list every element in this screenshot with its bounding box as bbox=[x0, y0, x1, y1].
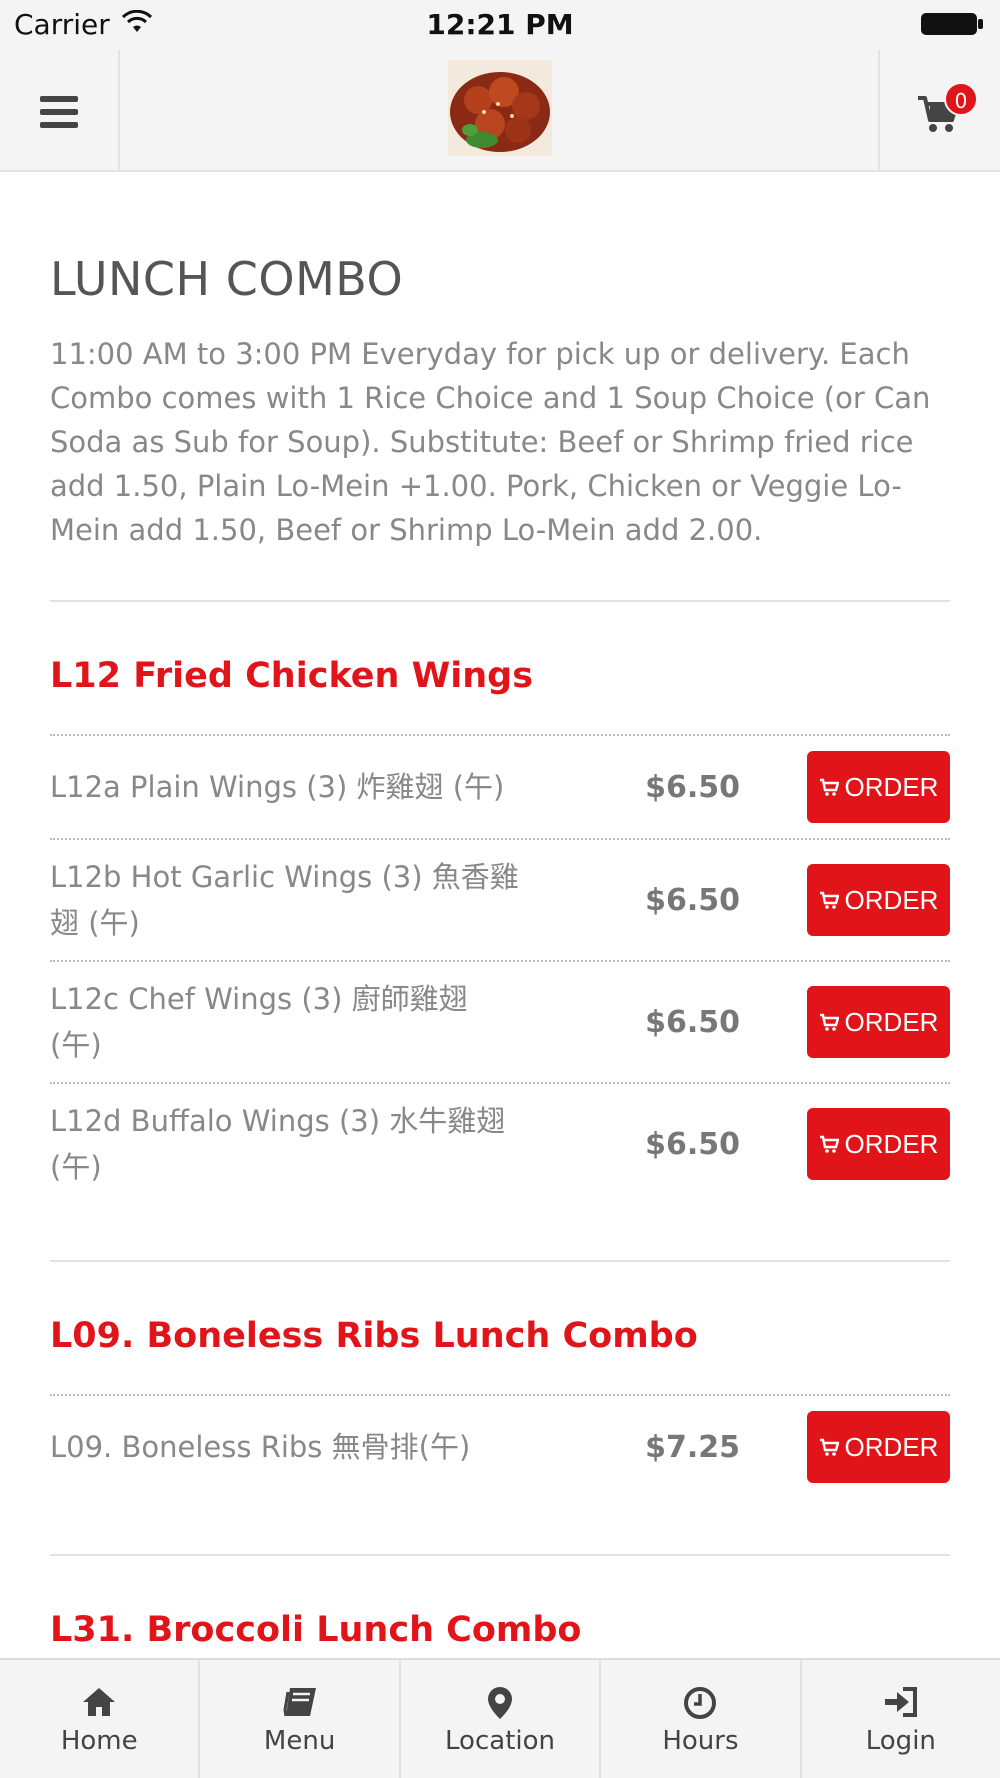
cart-plus-icon bbox=[819, 891, 839, 909]
menu-item-row: L09. Boneless Ribs 無骨排(午) $7.25 ORDER bbox=[50, 1394, 950, 1498]
order-label: ORDER bbox=[844, 884, 939, 915]
food-photo-logo bbox=[448, 60, 552, 156]
menu-section: L31. Broccoli Lunch Combo bbox=[50, 1610, 950, 1650]
item-price: $6.50 bbox=[645, 882, 740, 918]
item-list: L09. Boneless Ribs 無骨排(午) $7.25 ORDER bbox=[50, 1394, 950, 1498]
menu-section: L12 Fried Chicken Wings L12a Plain Wings… bbox=[50, 656, 950, 1262]
sign-in-icon bbox=[884, 1687, 917, 1717]
menu-button[interactable] bbox=[0, 50, 120, 170]
tab-label: Home bbox=[60, 1726, 138, 1756]
hamburger-menu-icon bbox=[40, 96, 78, 128]
tab-home[interactable]: Home bbox=[0, 1660, 198, 1778]
item-name: L12a Plain Wings (3) 炸雞翅 (午) bbox=[50, 770, 505, 804]
cart-count-badge: 0 bbox=[944, 82, 978, 116]
order-label: ORDER bbox=[844, 1431, 939, 1462]
order-button[interactable]: ORDER bbox=[807, 864, 950, 936]
order-label: ORDER bbox=[844, 1128, 939, 1159]
item-price: $6.50 bbox=[645, 769, 740, 805]
item-price: $7.25 bbox=[645, 1429, 740, 1465]
order-button[interactable]: ORDER bbox=[807, 1411, 950, 1483]
app-header: 0 bbox=[0, 50, 1000, 172]
item-name: L12b Hot Garlic Wings (3) 魚香雞翅 (午) bbox=[50, 860, 519, 940]
cart-button[interactable]: 0 bbox=[878, 50, 1000, 170]
tab-menu[interactable]: Menu bbox=[198, 1660, 398, 1778]
section-title: L31. Broccoli Lunch Combo bbox=[50, 1610, 582, 1650]
page-description: 11:00 AM to 3:00 PM Everyday for pick up… bbox=[50, 337, 931, 547]
item-name: L09. Boneless Ribs 無骨排(午) bbox=[50, 1430, 471, 1464]
tab-label: Hours bbox=[662, 1726, 739, 1756]
map-pin-icon bbox=[488, 1687, 513, 1719]
restaurant-logo[interactable] bbox=[448, 60, 552, 156]
bottom-tab-bar: Home Menu Location Hours Login bbox=[0, 1658, 1000, 1778]
menu-item-row: L12a Plain Wings (3) 炸雞翅 (午) $6.50 ORDER bbox=[50, 734, 950, 838]
divider bbox=[50, 1260, 950, 1262]
menu-item-row: L12c Chef Wings (3) 廚師雞翅 (午) $6.50 ORDER bbox=[50, 960, 950, 1082]
order-button[interactable]: ORDER bbox=[807, 1108, 950, 1180]
order-button[interactable]: ORDER bbox=[807, 751, 950, 823]
menu-item-row: L12b Hot Garlic Wings (3) 魚香雞翅 (午) $6.50… bbox=[50, 838, 950, 960]
order-label: ORDER bbox=[844, 1006, 939, 1037]
tab-label: Location bbox=[445, 1726, 555, 1756]
tab-label: Login bbox=[865, 1726, 936, 1756]
item-price: $6.50 bbox=[645, 1126, 740, 1162]
page-title: LUNCH COMBO bbox=[50, 252, 404, 306]
divider bbox=[50, 1554, 950, 1556]
home-icon bbox=[83, 1688, 116, 1716]
item-list: L12a Plain Wings (3) 炸雞翅 (午) $6.50 ORDER… bbox=[50, 734, 950, 1204]
item-price: $6.50 bbox=[645, 1004, 740, 1040]
cart-plus-icon bbox=[819, 1438, 839, 1456]
item-name: L12c Chef Wings (3) 廚師雞翅 (午) bbox=[50, 982, 468, 1062]
book-icon bbox=[283, 1688, 316, 1717]
tab-location[interactable]: Location bbox=[398, 1660, 599, 1778]
cart-plus-icon bbox=[819, 1135, 839, 1153]
tab-label: Menu bbox=[263, 1726, 336, 1756]
clock-time: 12:21 PM bbox=[426, 8, 574, 41]
section-title: L12 Fried Chicken Wings bbox=[50, 656, 534, 696]
tab-login[interactable]: Login bbox=[799, 1660, 1000, 1778]
menu-item-row: L12d Buffalo Wings (3) 水牛雞翅 (午) $6.50 OR… bbox=[50, 1082, 950, 1204]
order-label: ORDER bbox=[844, 771, 939, 802]
cart-plus-icon bbox=[819, 778, 839, 796]
cart-plus-icon bbox=[819, 1013, 839, 1031]
menu-content: LUNCH COMBO 11:00 AM to 3:00 PM Everyday… bbox=[50, 172, 950, 1650]
order-button[interactable]: ORDER bbox=[807, 986, 950, 1058]
section-title: L09. Boneless Ribs Lunch Combo bbox=[50, 1316, 698, 1356]
tab-hours[interactable]: Hours bbox=[599, 1660, 799, 1778]
menu-section: L09. Boneless Ribs Lunch Combo L09. Bone… bbox=[50, 1316, 950, 1556]
divider bbox=[50, 600, 950, 602]
status-bar: Carrier 12:21 PM bbox=[0, 0, 1000, 50]
clock-icon bbox=[684, 1687, 717, 1719]
item-name: L12d Buffalo Wings (3) 水牛雞翅 (午) bbox=[50, 1104, 506, 1184]
battery-icon bbox=[921, 13, 983, 35]
